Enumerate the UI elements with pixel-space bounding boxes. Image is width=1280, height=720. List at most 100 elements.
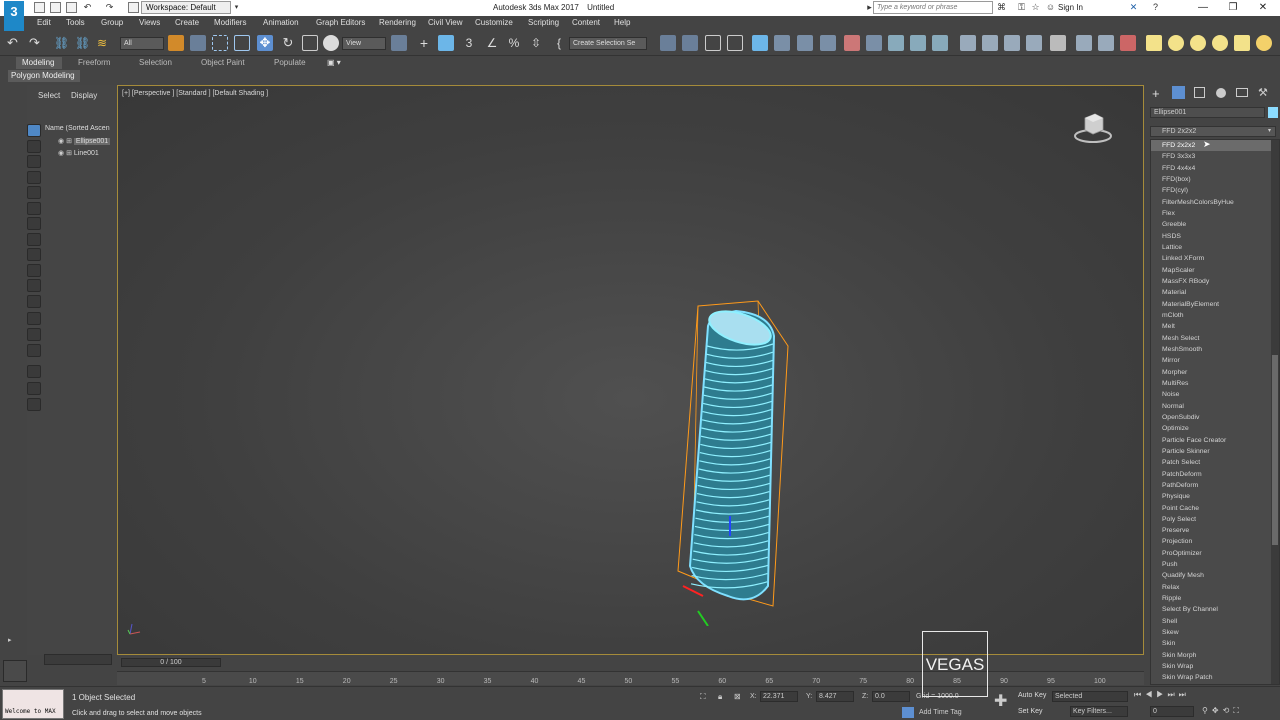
subscription-icon[interactable]: ⚿	[1016, 2, 1027, 13]
hierarchy-tab-icon[interactable]	[1194, 87, 1205, 98]
modifier-list-item[interactable]: Flex	[1151, 208, 1279, 219]
workspace-dropdown[interactable]: Workspace: Default	[141, 1, 231, 14]
named-selection-dropdown[interactable]: Create Selection Se	[569, 37, 647, 50]
max-creation-graph-icon[interactable]	[1098, 35, 1114, 51]
ribbon-options-icon[interactable]: ▣ ▾	[327, 57, 341, 69]
modifier-list-item[interactable]: PathDeform	[1151, 480, 1279, 491]
explorer-column-header[interactable]: Name (Sorted Ascen	[45, 125, 115, 135]
schematic-view-icon[interactable]	[797, 35, 813, 51]
modifier-list-scrollbar[interactable]	[1271, 140, 1279, 684]
modifier-list-item[interactable]: Relax	[1151, 582, 1279, 593]
select-by-name-icon[interactable]	[190, 35, 206, 51]
render-production-icon[interactable]	[888, 35, 904, 51]
select-all-icon[interactable]	[27, 124, 41, 137]
angle-snap-icon[interactable]: ∠	[484, 35, 500, 51]
modifier-list-item[interactable]: Projection	[1151, 536, 1279, 547]
modifier-list-item[interactable]: MaterialByElement	[1151, 299, 1279, 310]
modifier-list-item[interactable]: Linked XForm	[1151, 253, 1279, 264]
display-xrefs-icon[interactable]	[27, 279, 41, 292]
viewport-label[interactable]: [+] [Perspective ] [Standard ] [Default …	[122, 90, 268, 97]
scene-states-icon[interactable]	[1026, 35, 1042, 51]
undo-icon[interactable]: ↶	[7, 35, 23, 51]
toggle-scene-explorer-icon[interactable]	[705, 35, 721, 51]
modifier-list-item[interactable]: Preserve	[1151, 525, 1279, 536]
display-containers-icon[interactable]	[27, 312, 41, 325]
ref-coord-dropdown[interactable]: View	[342, 37, 386, 50]
sign-in-link[interactable]: Sign In	[1058, 3, 1083, 12]
selection-filter-dropdown[interactable]: All	[120, 37, 164, 50]
search-input[interactable]: Type a keyword or phrase	[873, 1, 993, 14]
menu-modifiers[interactable]: Modifiers	[214, 18, 246, 27]
modifier-list-item[interactable]: FFD 4x4x4	[1151, 163, 1279, 174]
lock-selection-icon[interactable]: 🔒︎	[718, 692, 728, 702]
toggle-layer-explorer-icon[interactable]	[727, 35, 743, 51]
modifier-list-item[interactable]: MassFX RBody	[1151, 276, 1279, 287]
playback-controls[interactable]: ⏮◀▶⏭⏭	[1134, 690, 1190, 700]
modifier-list-item[interactable]: Normal	[1151, 401, 1279, 412]
display-lights-icon[interactable]	[27, 202, 41, 215]
key-selection-dropdown[interactable]: Selected	[1052, 691, 1128, 702]
viewcube-icon[interactable]	[1073, 108, 1113, 148]
edit-named-selection-icon[interactable]: {	[551, 35, 567, 51]
new-file-icon[interactable]	[34, 2, 45, 13]
modifier-list-dropdown[interactable]: FFD 2x2x2	[1150, 126, 1276, 137]
current-frame-field[interactable]: 0	[1150, 706, 1194, 717]
curve-editor-icon[interactable]	[774, 35, 790, 51]
explorer-row-line[interactable]: ◉ ⊞ Line001	[58, 149, 114, 159]
render-setup-icon[interactable]	[844, 35, 860, 51]
modifier-list-item[interactable]: Greeble	[1151, 219, 1279, 230]
modifier-list-item[interactable]: Lattice	[1151, 242, 1279, 253]
teapot-icon[interactable]	[1190, 35, 1206, 51]
ribbon-tab-object-paint[interactable]: Object Paint	[201, 57, 245, 69]
modifier-list-item[interactable]: Mirror	[1151, 355, 1279, 366]
minimize-button[interactable]: —	[1188, 0, 1218, 16]
rotate-icon[interactable]: ↻	[280, 35, 296, 51]
modifier-list-item[interactable]: Skin	[1151, 638, 1279, 649]
menu-civil-view[interactable]: Civil View	[428, 18, 463, 27]
modifier-list-item[interactable]: mCloth	[1151, 310, 1279, 321]
modifier-list-item[interactable]: Poly Select	[1151, 514, 1279, 525]
material-editor-icon[interactable]	[820, 35, 836, 51]
modifier-list-item[interactable]: Skin Wrap Patch	[1151, 672, 1279, 683]
modifier-list-item[interactable]: Point Cache	[1151, 503, 1279, 514]
modifier-list-item[interactable]: Patch Select	[1151, 457, 1279, 468]
ribbon-tab-modeling[interactable]: Modeling	[16, 57, 62, 69]
y-axis-gizmo[interactable]	[697, 610, 709, 626]
modifier-list-item[interactable]: FFD 3x3x3	[1151, 151, 1279, 162]
cone-icon[interactable]	[1234, 35, 1250, 51]
modifier-list-item[interactable]: MapScaler	[1151, 265, 1279, 276]
light-icon[interactable]	[1050, 35, 1066, 51]
app-logo-icon[interactable]: 3	[4, 1, 24, 31]
menu-graph-editors[interactable]: Graph Editors	[316, 18, 365, 27]
modifier-list-item[interactable]: Skew	[1151, 627, 1279, 638]
unlink-icon[interactable]: ⛓	[75, 35, 91, 51]
menu-content[interactable]: Content	[572, 18, 600, 27]
close-button[interactable]: ✕	[1248, 0, 1278, 16]
display-geometry-icon[interactable]	[27, 171, 41, 184]
modifier-list-item[interactable]: Ripple	[1151, 593, 1279, 604]
percent-snap-icon[interactable]: %	[506, 35, 522, 51]
scale-icon[interactable]	[302, 35, 318, 51]
sphere-icon[interactable]	[1168, 35, 1184, 51]
undo-icon[interactable]: ↶	[82, 2, 93, 13]
modifier-list-item[interactable]: Shell	[1151, 616, 1279, 627]
x-axis-gizmo[interactable]	[682, 585, 704, 597]
align-icon[interactable]	[682, 35, 698, 51]
shape-icon-1[interactable]	[1146, 35, 1162, 51]
perspective-viewport[interactable]: [+] [Perspective ] [Standard ] [Default …	[117, 85, 1144, 655]
redo-icon[interactable]: ↷	[104, 2, 115, 13]
modifier-list-item[interactable]: Optimize	[1151, 423, 1279, 434]
z-coordinate-field[interactable]: 0.0	[872, 691, 910, 702]
viewport-nav-controls[interactable]: ⚲✥⟲⛶	[1202, 706, 1243, 716]
track-bar[interactable]: 5 10 15 20 25 30 35 40 45 50 55 60 65 70 75 80 85 90 95 100	[117, 671, 1144, 685]
torus-icon[interactable]	[1212, 35, 1228, 51]
modifier-list-item[interactable]: MeshSmooth	[1151, 344, 1279, 355]
motion-tab-icon[interactable]	[1216, 88, 1226, 98]
modifier-list-item[interactable]: Push	[1151, 559, 1279, 570]
menu-help[interactable]: Help	[614, 18, 630, 27]
modifier-list-item[interactable]: FFD(box)	[1151, 174, 1279, 185]
select-object-icon[interactable]	[168, 35, 184, 51]
scrollbar-thumb[interactable]	[1272, 355, 1278, 545]
user-icon[interactable]: ☺	[1045, 2, 1056, 13]
modifier-list-item[interactable]: FFD(cyl)	[1151, 185, 1279, 196]
